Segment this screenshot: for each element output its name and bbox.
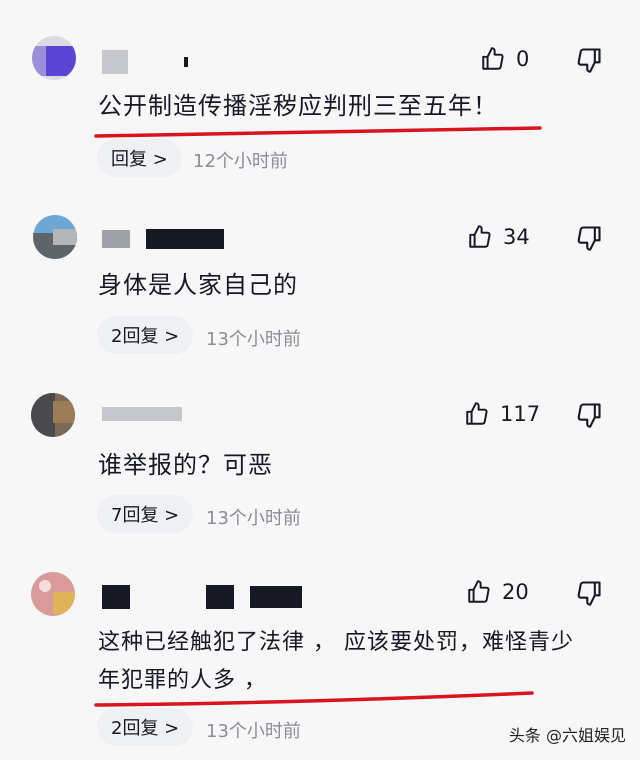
reply-label: 2回复 > (111, 326, 180, 347)
avatar[interactable] (32, 36, 76, 80)
reply-label: 7回复 > (111, 505, 180, 526)
reply-button[interactable]: 回复 > (97, 139, 182, 177)
comment-2: 34 身体是人家自己的 2回复 > 13个小时前 (0, 185, 640, 365)
reply-label: 2回复 > (111, 718, 180, 739)
like-button[interactable]: 34 (467, 224, 530, 250)
red-underline (94, 126, 542, 138)
watermark: 头条 @六姐娱见 (508, 726, 626, 745)
comment-text: 谁举报的？可恶 (98, 451, 273, 479)
like-count: 34 (503, 225, 530, 249)
like-button[interactable]: 117 (464, 401, 540, 427)
timestamp: 13个小时前 (206, 508, 301, 529)
reply-button[interactable]: 2回复 > (97, 316, 194, 354)
thumbs-up-icon (466, 402, 488, 425)
like-button[interactable]: 0 (480, 46, 529, 72)
red-underline (94, 691, 534, 707)
thumbs-down-icon[interactable] (575, 579, 603, 607)
username[interactable] (102, 407, 182, 421)
comment-text-line-2: 年犯罪的人多 ， (98, 668, 267, 693)
timestamp: 13个小时前 (206, 721, 301, 742)
thumbs-up-icon (482, 47, 504, 70)
like-count: 0 (516, 47, 530, 71)
comment-text: 公开制造传播淫秽应判刑三至五年！ (98, 92, 498, 120)
timestamp: 12个小时前 (193, 151, 288, 172)
like-count: 117 (500, 402, 541, 426)
username[interactable] (102, 229, 224, 249)
thumbs-up-icon (469, 225, 491, 248)
avatar[interactable] (31, 572, 75, 616)
reply-label: 回复 > (111, 149, 168, 170)
comment-text-line-1: 这种已经触犯了法律 ， 应该要处罚，难怪青少 (98, 630, 574, 655)
thumbs-up-icon (468, 580, 490, 603)
like-count: 20 (502, 580, 529, 604)
comment-3: 117 谁举报的？可恶 7回复 > 13个小时前 (0, 365, 640, 545)
avatar[interactable] (31, 393, 75, 437)
thumbs-down-icon[interactable] (575, 401, 603, 429)
timestamp: 13个小时前 (206, 329, 301, 350)
username[interactable] (102, 50, 188, 74)
username[interactable] (102, 585, 302, 609)
thumbs-down-icon[interactable] (575, 46, 603, 74)
comment-1: 0 公开制造传播淫秽应判刑三至五年！ 回复 > 12个小时前 (0, 0, 640, 185)
comment-text: 身体是人家自己的 (98, 271, 298, 299)
reply-button[interactable]: 2回复 > (97, 708, 194, 746)
like-button[interactable]: 20 (466, 579, 529, 605)
thumbs-down-icon[interactable] (575, 224, 603, 252)
avatar[interactable] (33, 215, 77, 259)
reply-button[interactable]: 7回复 > (97, 495, 194, 533)
